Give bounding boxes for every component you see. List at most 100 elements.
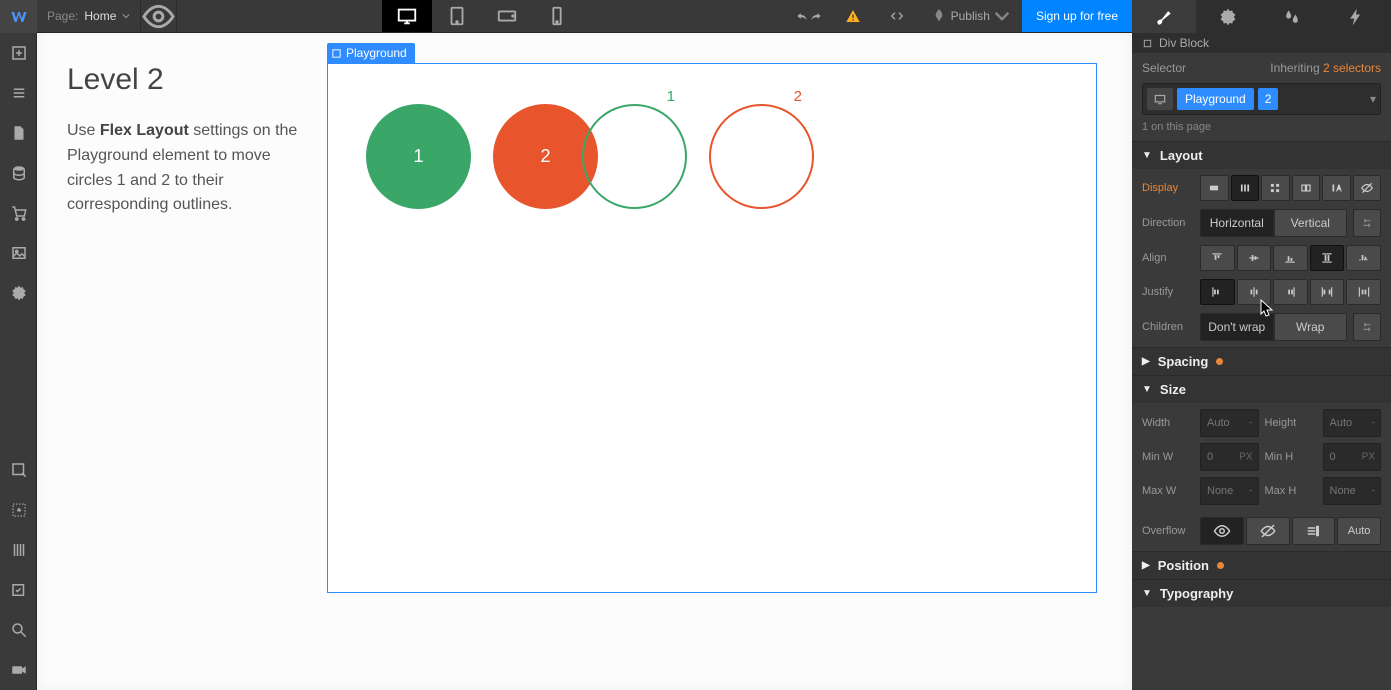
align-baseline[interactable] (1346, 245, 1381, 271)
selector-row: Selector Inheriting 2 selectors (1132, 53, 1391, 79)
signup-label: Sign up for free (1036, 9, 1118, 23)
help-cursor-button[interactable] (0, 450, 37, 490)
page-selector[interactable]: Page: Home (37, 0, 141, 32)
element-type-header: Div Block (1132, 33, 1391, 53)
justify-between[interactable] (1310, 279, 1345, 305)
direction-horizontal[interactable]: Horizontal (1200, 209, 1274, 237)
video-tutorial-button[interactable] (0, 650, 37, 690)
navigator-button[interactable] (0, 73, 37, 113)
left-tool-rail (0, 0, 37, 690)
justify-end[interactable] (1273, 279, 1308, 305)
justify-start[interactable] (1200, 279, 1235, 305)
children-nowrap[interactable]: Don't wrap (1200, 313, 1274, 341)
selected-element-tag[interactable]: Playground (327, 43, 415, 63)
children-wrap[interactable]: Wrap (1274, 313, 1348, 341)
playground-element[interactable]: 1 2 1 2 (327, 63, 1097, 593)
typography-header[interactable]: ▼Typography (1132, 580, 1391, 607)
topbar: Page: Home (37, 0, 1132, 33)
display-none[interactable] (1353, 175, 1382, 201)
style-tab[interactable] (1132, 0, 1196, 33)
overflow-scroll[interactable] (1292, 517, 1336, 545)
settings-tab[interactable] (1196, 0, 1260, 33)
spacing-section: ▶Spacing (1132, 347, 1391, 375)
maxh-input[interactable]: - (1323, 477, 1382, 505)
overflow-auto[interactable]: Auto (1337, 517, 1381, 545)
eye-icon (1213, 522, 1231, 540)
overflow-hidden[interactable] (1246, 517, 1290, 545)
publish-button[interactable]: Publish (919, 0, 1022, 32)
assets-button[interactable] (0, 233, 37, 273)
device-tablet[interactable] (432, 0, 482, 32)
children-label: Children (1142, 321, 1194, 333)
level-title: Level 2 (67, 63, 307, 97)
align-stretch[interactable] (1310, 245, 1345, 271)
publish-label: Publish (951, 9, 990, 23)
circle-1[interactable]: 1 (366, 104, 471, 209)
device-mobile-landscape[interactable] (482, 0, 532, 32)
chevron-down-icon (994, 8, 1010, 24)
width-input[interactable]: - (1200, 409, 1259, 437)
class-chip-2[interactable]: 2 (1258, 88, 1279, 110)
layout-header[interactable]: ▼Layout (1132, 142, 1391, 169)
display-inline[interactable] (1322, 175, 1351, 201)
audit-button[interactable] (0, 570, 37, 610)
signup-button[interactable]: Sign up for free (1022, 0, 1132, 32)
grid-overlay-button[interactable] (0, 530, 37, 570)
ecommerce-button[interactable] (0, 193, 37, 233)
search-button[interactable] (0, 610, 37, 650)
position-header[interactable]: ▶Position (1132, 552, 1391, 579)
direction-label: Direction (1142, 217, 1194, 229)
selector-label: Selector (1142, 61, 1186, 75)
align-start[interactable] (1200, 245, 1235, 271)
rocket-icon (931, 8, 947, 24)
size-header[interactable]: ▼Size (1132, 376, 1391, 403)
maxw-input[interactable]: - (1200, 477, 1259, 505)
minw-input[interactable]: PX (1200, 443, 1259, 471)
align-end[interactable] (1273, 245, 1308, 271)
undo-redo[interactable] (787, 0, 831, 32)
direction-reverse[interactable] (1353, 209, 1381, 237)
class-chip-playground[interactable]: Playground (1177, 88, 1254, 110)
export-code-button[interactable] (875, 0, 919, 32)
add-element-button[interactable] (0, 33, 37, 73)
page-name: Home (84, 9, 116, 23)
panel-tabs (1132, 0, 1391, 33)
display-row: Display (1142, 175, 1381, 201)
redo-icon (809, 9, 823, 23)
preview-toggle[interactable] (141, 0, 177, 32)
inheriting-label[interactable]: Inheriting 2 selectors (1270, 61, 1381, 75)
issues-button[interactable] (831, 0, 875, 32)
selector-dropdown[interactable]: ▾ (1370, 92, 1376, 106)
children-reverse[interactable] (1353, 313, 1381, 341)
logo-button[interactable] (0, 0, 37, 33)
gear-icon (1218, 7, 1238, 27)
pages-button[interactable] (0, 113, 37, 153)
display-block[interactable] (1200, 175, 1229, 201)
effects-tab[interactable] (1324, 0, 1388, 33)
selected-element-label: Playground (346, 46, 407, 60)
minh-label: Min H (1265, 451, 1317, 463)
direction-vertical[interactable]: Vertical (1274, 209, 1348, 237)
cms-button[interactable] (0, 153, 37, 193)
workspace: Level 2 Use Flex Layout settings on the … (37, 33, 1132, 690)
justify-around[interactable] (1346, 279, 1381, 305)
selector-input[interactable]: Playground 2 ▾ (1142, 83, 1381, 115)
device-desktop[interactable] (382, 0, 432, 32)
interactions-tab[interactable] (1260, 0, 1324, 33)
height-input[interactable]: - (1323, 409, 1382, 437)
display-flex[interactable] (1231, 175, 1260, 201)
device-mobile-portrait[interactable] (532, 0, 582, 32)
justify-center[interactable] (1237, 279, 1272, 305)
breakpoint-indicator[interactable] (1147, 88, 1173, 110)
overflow-visible[interactable] (1200, 517, 1244, 545)
minh-input[interactable]: PX (1323, 443, 1382, 471)
spacing-header[interactable]: ▶Spacing (1132, 348, 1391, 375)
page-label: Page: (47, 9, 78, 23)
settings-button[interactable] (0, 273, 37, 313)
overflow-label: Overflow (1142, 525, 1194, 537)
display-inline-block[interactable] (1292, 175, 1321, 201)
align-center[interactable] (1237, 245, 1272, 271)
xray-button[interactable] (0, 490, 37, 530)
display-grid[interactable] (1261, 175, 1290, 201)
chevron-down-icon (122, 12, 130, 20)
